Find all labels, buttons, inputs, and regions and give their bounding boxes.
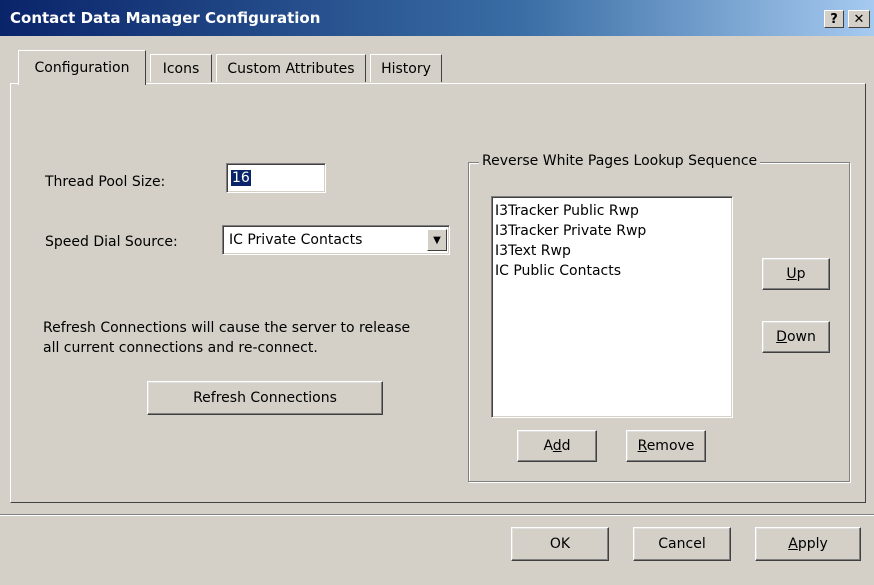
speed-dial-select[interactable]: IC Private Contacts ▼ xyxy=(222,225,450,255)
tab-icons[interactable]: Icons xyxy=(150,54,212,82)
up-button[interactable]: Up xyxy=(762,258,830,290)
rwp-list[interactable]: I3Tracker Public Rwp I3Tracker Private R… xyxy=(491,196,733,418)
cancel-button[interactable]: Cancel xyxy=(633,527,731,561)
tab-icons-label: Icons xyxy=(162,60,200,77)
remove-label-rest: emove xyxy=(646,438,695,454)
up-label: Up xyxy=(786,266,805,282)
down-mnemonic: D xyxy=(776,329,787,345)
tab-custom-attributes-label: Custom Attributes xyxy=(227,60,355,77)
thread-pool-value: 16 xyxy=(231,170,251,186)
list-item[interactable]: I3Tracker Public Rwp xyxy=(495,201,729,221)
close-icon: ✕ xyxy=(853,11,865,27)
list-item[interactable]: I3Tracker Private Rwp xyxy=(495,221,729,241)
apply-mnemonic: A xyxy=(788,536,798,552)
list-item[interactable]: IC Public Contacts xyxy=(495,261,729,281)
tab-history[interactable]: History xyxy=(370,54,442,82)
footer-separator xyxy=(0,514,874,516)
ok-button[interactable]: OK xyxy=(511,527,609,561)
speed-dial-value: IC Private Contacts xyxy=(229,232,363,248)
refresh-connections-label: Refresh Connections xyxy=(193,390,337,406)
down-button[interactable]: Down xyxy=(762,321,830,353)
speed-dial-label: Speed Dial Source: xyxy=(45,234,178,250)
add-button[interactable]: Add xyxy=(517,430,597,462)
add-label-post: d xyxy=(561,438,571,454)
remove-label: Remove xyxy=(638,438,695,454)
thread-pool-label: Thread Pool Size: xyxy=(45,174,166,190)
help-icon: ? xyxy=(830,11,838,27)
refresh-note-line1: Refresh Connections will cause the serve… xyxy=(43,320,411,336)
tab-panel: Thread Pool Size: 16 Speed Dial Source: … xyxy=(10,83,866,503)
help-button[interactable]: ? xyxy=(824,10,844,28)
chevron-down-icon[interactable]: ▼ xyxy=(427,229,447,251)
cancel-label: Cancel xyxy=(658,536,706,552)
thread-pool-input[interactable]: 16 xyxy=(226,163,326,193)
title-bar: Contact Data Manager Configuration ? ✕ xyxy=(0,0,874,36)
remove-mnemonic: R xyxy=(637,438,647,454)
refresh-connections-button[interactable]: Refresh Connections xyxy=(147,381,383,415)
rwp-groupbox: Reverse White Pages Lookup Sequence I3Tr… xyxy=(468,153,850,482)
tab-history-label: History xyxy=(381,60,431,77)
add-label: Add xyxy=(543,438,570,454)
rwp-group-title: Reverse White Pages Lookup Sequence xyxy=(479,153,761,169)
apply-button[interactable]: Apply xyxy=(755,527,861,561)
up-mnemonic: U xyxy=(786,266,797,282)
refresh-note-line2: all current connections and re-connect. xyxy=(43,340,318,356)
add-mnemonic: d xyxy=(552,438,562,454)
window-title: Contact Data Manager Configuration xyxy=(10,9,321,27)
remove-button[interactable]: Remove xyxy=(626,430,706,462)
add-label-pre: A xyxy=(543,438,553,454)
tab-configuration[interactable]: Configuration xyxy=(18,50,146,85)
list-item[interactable]: I3Text Rwp xyxy=(495,241,729,261)
apply-label: Apply xyxy=(788,536,828,552)
up-label-rest: p xyxy=(796,266,806,282)
down-label: Down xyxy=(776,329,816,345)
close-button[interactable]: ✕ xyxy=(848,10,870,28)
tab-configuration-label: Configuration xyxy=(34,60,130,76)
tab-custom-attributes[interactable]: Custom Attributes xyxy=(216,54,366,82)
apply-label-rest: pply xyxy=(797,536,828,552)
down-label-rest: own xyxy=(786,329,816,345)
ok-label: OK xyxy=(549,536,571,552)
